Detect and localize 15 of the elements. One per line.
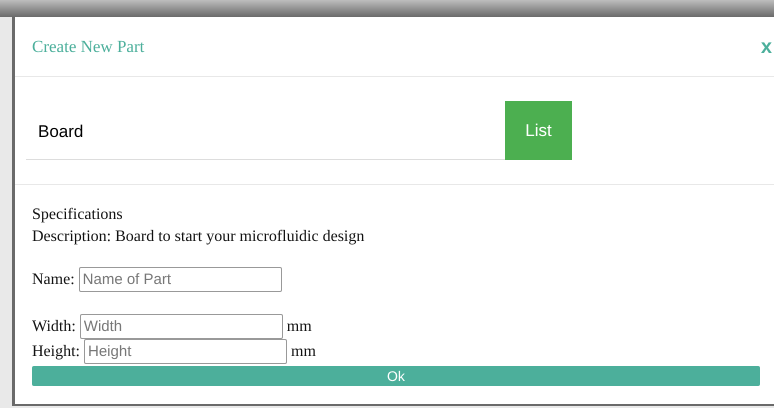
- unit-label: mm: [286, 316, 312, 336]
- dialog-title: Create New Part: [32, 36, 144, 58]
- ok-button[interactable]: Ok: [32, 366, 760, 386]
- field-label: Height:: [32, 342, 80, 362]
- input-field[interactable]: Name of Part: [78, 267, 282, 292]
- input-field[interactable]: Width: [80, 314, 283, 339]
- close-button[interactable]: x: [760, 36, 772, 56]
- description-text: Description: Board to start your microfluidic design: [32, 227, 366, 247]
- section-heading: Specifications: [32, 205, 124, 225]
- search-field[interactable]: Board: [26, 104, 505, 160]
- list-button[interactable]: List: [505, 101, 572, 160]
- unit-label: mm: [291, 342, 316, 362]
- field-label: Name:: [32, 270, 75, 290]
- field-label: Width:: [32, 316, 76, 336]
- input-field[interactable]: Height: [84, 339, 287, 364]
